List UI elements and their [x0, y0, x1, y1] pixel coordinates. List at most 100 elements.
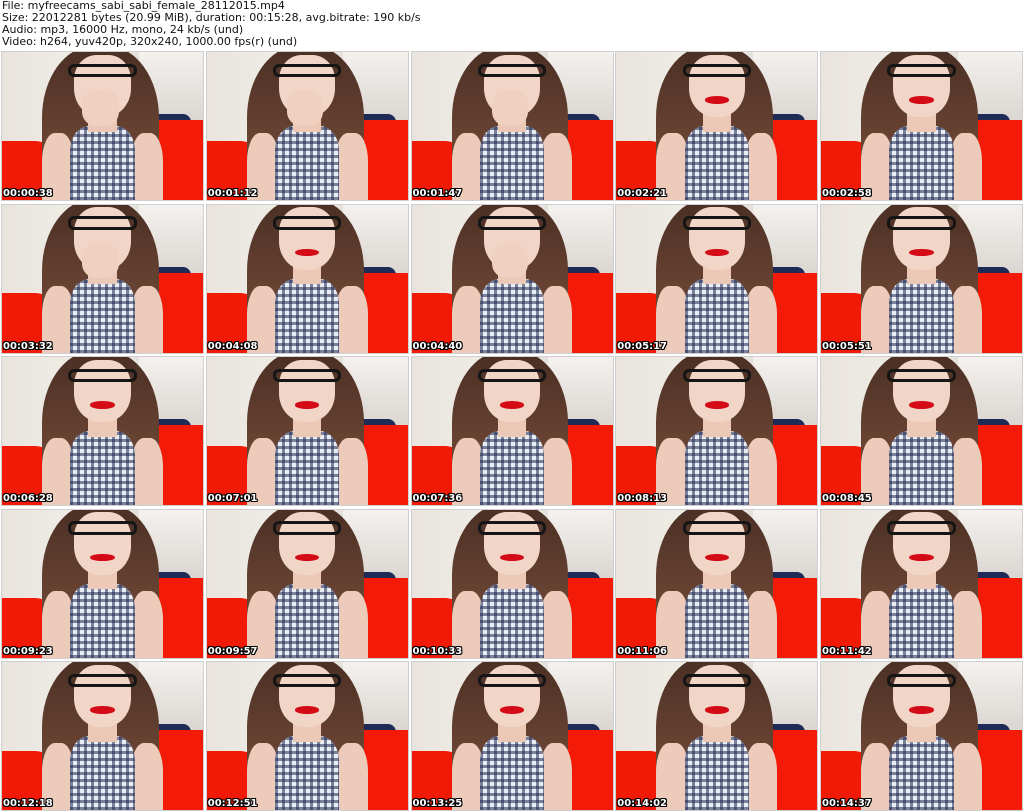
frame-glasses	[887, 216, 956, 230]
video-frame-thumbnail: 00:01:47	[410, 51, 614, 201]
frame-lips	[499, 706, 525, 714]
frame-glasses	[682, 216, 751, 230]
frame-arm-r	[335, 438, 368, 505]
video-frame-thumbnail: 00:02:58	[820, 51, 1023, 201]
frame-arm-r	[130, 590, 163, 658]
frame-timestamp: 00:02:21	[617, 188, 667, 199]
frame-lips	[704, 401, 729, 409]
frame-arm-r	[540, 285, 573, 353]
frame-shirt	[684, 736, 749, 810]
frame-lips	[909, 248, 934, 257]
video-frame-thumbnail: 00:04:08	[205, 203, 409, 354]
video-frame-thumbnail: 00:13:25	[410, 661, 614, 811]
frame-shirt	[889, 736, 954, 810]
frame-arm-r	[130, 743, 163, 810]
frame-arm-r	[949, 285, 982, 353]
frame-shirt	[684, 583, 749, 658]
frame-timestamp: 00:10:33	[412, 645, 463, 657]
frame-arm-r	[130, 438, 163, 505]
video-frame-thumbnail: 00:05:17	[615, 203, 819, 354]
frame-glasses	[887, 63, 956, 78]
frame-arm-r	[540, 133, 573, 200]
frame-arm-r	[130, 133, 163, 200]
video-frame-thumbnail: 00:09:23	[1, 508, 204, 659]
frame-timestamp: 00:08:13	[617, 493, 667, 504]
video-frame-thumbnail: 00:08:45	[820, 356, 1023, 506]
video-frame-thumbnail: 00:11:06	[615, 508, 819, 659]
frame-glasses	[682, 368, 751, 383]
frame-arm-r	[335, 590, 368, 658]
frame-arm-r	[744, 133, 778, 200]
frame-arm-r	[744, 743, 778, 810]
frame-glasses	[682, 521, 751, 535]
frame-timestamp: 00:11:06	[617, 645, 667, 657]
frame-arm-r	[949, 743, 982, 810]
frame-glasses	[477, 216, 547, 230]
video-frame-thumbnail: 00:08:13	[615, 356, 819, 506]
frame-glasses	[682, 673, 751, 688]
frame-timestamp: 00:01:12	[207, 188, 258, 199]
frame-shirt	[70, 278, 135, 353]
frame-arm-r	[744, 438, 778, 505]
frame-shirt	[684, 278, 749, 353]
frame-hand	[82, 90, 119, 126]
frame-shirt	[889, 583, 954, 658]
frame-arm-r	[949, 590, 982, 658]
frame-glasses	[68, 521, 137, 535]
file-info-header: File: myfreecams_sabi_sabi_female_281120…	[2, 0, 1022, 48]
video-frame-thumbnail: 00:05:51	[820, 203, 1023, 354]
frame-timestamp: 00:02:58	[822, 188, 872, 199]
frame-glasses	[682, 63, 751, 78]
video-frame-thumbnail: 00:06:28	[1, 356, 204, 506]
video-frame-thumbnail: 00:03:32	[1, 203, 204, 354]
frame-timestamp: 00:12:18	[3, 798, 53, 809]
frame-timestamp: 00:14:37	[822, 798, 872, 809]
frame-timestamp: 00:04:40	[412, 340, 463, 352]
frame-timestamp: 00:14:02	[617, 798, 667, 809]
frame-shirt	[479, 583, 545, 658]
frame-glasses	[887, 368, 956, 383]
frame-arm-r	[335, 133, 368, 200]
frame-hand	[82, 242, 119, 279]
frame-glasses	[68, 216, 137, 230]
frame-lips	[704, 96, 729, 104]
frame-timestamp: 00:03:32	[3, 340, 53, 352]
video-frame-thumbnail: 00:02:21	[615, 51, 819, 201]
frame-timestamp: 00:07:01	[207, 493, 258, 504]
frame-glasses	[273, 216, 342, 230]
frame-timestamp: 00:13:25	[412, 798, 463, 809]
frame-timestamp: 00:05:17	[617, 340, 667, 352]
frame-shirt	[479, 736, 545, 810]
frame-hand	[491, 90, 529, 126]
frame-arm-r	[744, 285, 778, 353]
frame-shirt	[275, 736, 340, 810]
frame-glasses	[477, 673, 547, 688]
frame-arm-r	[335, 285, 368, 353]
frame-shirt	[275, 431, 340, 505]
frame-shirt	[70, 431, 135, 505]
frame-shirt	[275, 126, 340, 200]
frame-timestamp: 00:09:23	[3, 645, 53, 657]
frame-timestamp: 00:08:45	[822, 493, 872, 504]
frame-shirt	[275, 583, 340, 658]
frame-glasses	[477, 368, 547, 383]
video-frame-thumbnail: 00:09:57	[205, 508, 409, 659]
frame-glasses	[273, 521, 342, 535]
frame-arm-r	[540, 438, 573, 505]
frame-arm-r	[540, 590, 573, 658]
frame-glasses	[477, 521, 547, 535]
frame-glasses	[477, 63, 547, 78]
frame-timestamp: 00:11:42	[822, 645, 872, 657]
frame-timestamp: 00:01:47	[412, 188, 463, 199]
frame-timestamp: 00:05:51	[822, 340, 872, 352]
frame-lips	[909, 401, 934, 409]
frame-hand	[491, 242, 529, 279]
frame-arm-r	[130, 285, 163, 353]
video-frame-thumbnail: 00:12:18	[1, 661, 204, 811]
frame-lips	[90, 706, 115, 714]
frame-lips	[704, 706, 729, 714]
frame-hand	[287, 90, 324, 126]
thumbnail-grid: 00:00:38 00:01:12 00:01:47 00:02:21 00:02:58…	[1, 51, 1023, 811]
frame-shirt	[70, 583, 135, 658]
frame-glasses	[887, 673, 956, 688]
